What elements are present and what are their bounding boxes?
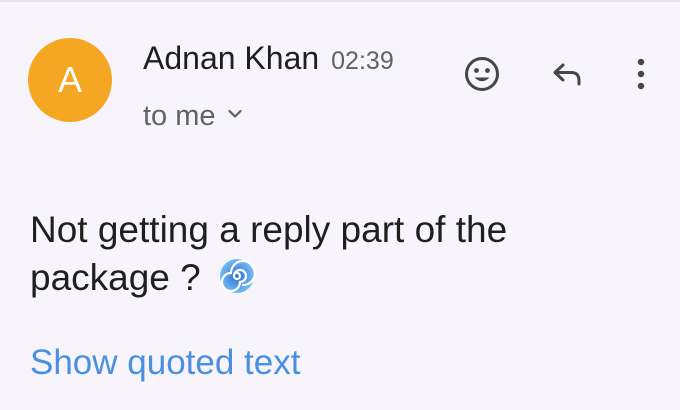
cyclone-emoji-icon <box>220 259 257 293</box>
message-text: Not getting a reply part of the package … <box>30 209 508 298</box>
reply-icon <box>553 63 581 86</box>
more-options-icon <box>637 58 645 90</box>
top-divider <box>0 0 680 2</box>
add-reaction-button[interactable] <box>458 50 506 98</box>
chevron-down-icon <box>227 109 242 118</box>
more-options-button[interactable] <box>617 50 665 98</box>
message-body: Not getting a reply part of the package … <box>30 206 650 302</box>
recipient-label: to me <box>143 100 216 132</box>
avatar[interactable]: A <box>28 38 112 122</box>
timestamp: 02:39 <box>331 47 394 75</box>
sender-header: Adnan Khan 02:39 <box>143 40 394 77</box>
show-quoted-text-link[interactable]: Show quoted text <box>30 343 300 383</box>
add-reaction-icon <box>465 57 499 91</box>
avatar-initial: A <box>57 59 82 100</box>
recipient-details-toggle[interactable]: to me <box>143 100 242 133</box>
reply-button[interactable] <box>543 50 591 98</box>
sender-name[interactable]: Adnan Khan <box>143 40 319 77</box>
